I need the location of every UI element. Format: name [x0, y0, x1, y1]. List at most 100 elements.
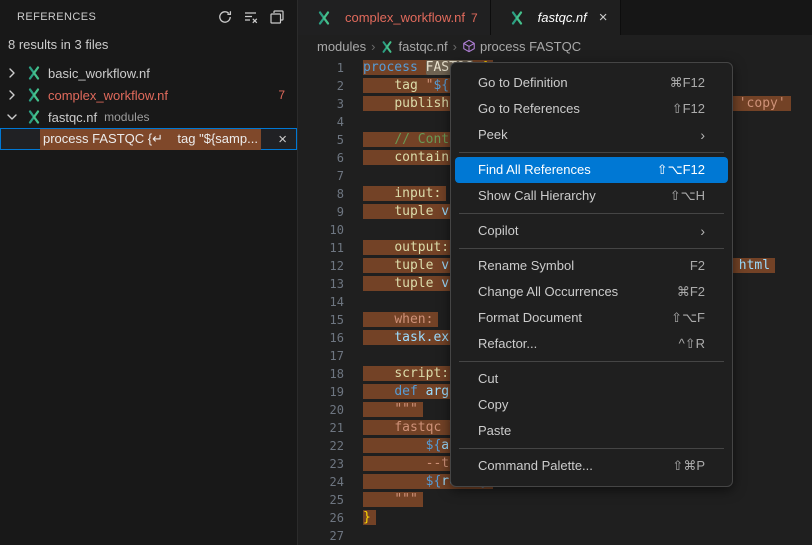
submenu-chevron-icon: ›	[700, 218, 705, 244]
code-line[interactable]: 26}	[298, 509, 812, 527]
menu-item-show-call-hierarchy[interactable]: Show Call Hierarchy ⇧⌥H	[451, 183, 732, 209]
menu-item-shortcut: ⇧⌘P	[672, 453, 705, 479]
menu-item-cut[interactable]: Cut	[451, 366, 732, 392]
line-number[interactable]: 25	[298, 491, 344, 509]
line-number[interactable]: 24	[298, 473, 344, 491]
file-description: modules	[104, 110, 149, 124]
breadcrumb-item-file[interactable]: fastqc.nf	[398, 39, 447, 54]
line-number[interactable]: 15	[298, 311, 344, 329]
line-number[interactable]: 18	[298, 365, 344, 383]
menu-item-label: Show Call Hierarchy	[478, 183, 596, 209]
tab-label: complex_workflow.nf	[345, 10, 465, 25]
reference-range-highlight: fastqc \	[363, 420, 462, 435]
line-number[interactable]: 21	[298, 419, 344, 437]
line-number[interactable]: 27	[298, 527, 344, 545]
line-content: when:	[363, 311, 438, 329]
line-number[interactable]: 9	[298, 203, 344, 221]
menu-separator	[459, 361, 724, 362]
menu-item-go-to-references[interactable]: Go to References⇧F12	[451, 96, 732, 122]
chevron-down-icon[interactable]	[4, 109, 20, 125]
menu-item-shortcut: ⇧⌥F12	[657, 157, 705, 183]
references-sidebar: REFERENCES 8 results in 3 files basic_wo…	[0, 0, 298, 545]
breadcrumb-separator: ›	[366, 39, 380, 54]
tree-item-complex_workflow-nf[interactable]: complex_workflow.nf7	[0, 84, 297, 106]
file-name: complex_workflow.nf	[48, 88, 168, 103]
menu-item-label: Rename Symbol	[478, 253, 574, 279]
nextflow-file-icon	[316, 10, 332, 26]
line-number[interactable]: 6	[298, 149, 344, 167]
tab-problem-count: 7	[471, 11, 478, 25]
line-number[interactable]: 26	[298, 509, 344, 527]
line-number[interactable]: 20	[298, 401, 344, 419]
line-number[interactable]: 12	[298, 257, 344, 275]
line-number[interactable]: 5	[298, 131, 344, 149]
breadcrumb-separator: ›	[448, 39, 462, 54]
line-number[interactable]: 13	[298, 275, 344, 293]
menu-item-copy[interactable]: Copy	[451, 392, 732, 418]
line-number[interactable]: 10	[298, 221, 344, 239]
menu-item-label: Command Palette...	[478, 453, 593, 479]
line-number[interactable]: 3	[298, 95, 344, 113]
line-number[interactable]: 22	[298, 437, 344, 455]
menu-item-go-to-definition[interactable]: Go to Definition ⌘F12	[451, 70, 732, 96]
menu-item-refactor[interactable]: Refactor...^⇧R	[451, 331, 732, 357]
chevron-right-icon[interactable]	[4, 87, 20, 103]
line-number[interactable]: 17	[298, 347, 344, 365]
dismiss-reference-icon[interactable]: ×	[278, 132, 287, 147]
menu-item-label: Copilot	[478, 218, 518, 244]
menu-item-copilot[interactable]: Copilot ›	[451, 218, 732, 244]
nextflow-file-icon	[26, 87, 42, 103]
menu-item-label: Peek	[478, 122, 508, 148]
code-line[interactable]: 25 """	[298, 491, 812, 509]
reference-range-highlight: input:	[363, 186, 446, 201]
menu-item-label: Copy	[478, 392, 508, 418]
breadcrumb: modules › fastqc.nf › process FASTQC	[298, 35, 812, 57]
menu-item-rename-symbol[interactable]: Rename Symbol F2	[451, 253, 732, 279]
line-content: fastqc \	[363, 419, 462, 437]
line-number[interactable]: 16	[298, 329, 344, 347]
reference-item-selected[interactable]: process FASTQC {↵ tag "${samp...×	[0, 128, 297, 150]
menu-item-shortcut: F2	[690, 253, 705, 279]
line-number[interactable]: 23	[298, 455, 344, 473]
clear-all-icon[interactable]	[239, 5, 263, 29]
collapse-all-icon[interactable]	[265, 5, 289, 29]
menu-item-label: Go to Definition	[478, 70, 568, 96]
nextflow-file-icon	[380, 39, 394, 53]
line-number[interactable]: 8	[298, 185, 344, 203]
line-content: """	[363, 401, 423, 419]
tree-item-fastqc-nf[interactable]: fastqc.nf modules	[0, 106, 297, 128]
line-number[interactable]: 19	[298, 383, 344, 401]
line-number[interactable]: 7	[298, 167, 344, 185]
reference-range-highlight: """	[363, 492, 423, 507]
menu-item-shortcut: ⌘F2	[677, 279, 705, 305]
menu-item-paste[interactable]: Paste	[451, 418, 732, 444]
tab-close-icon[interactable]: ×	[599, 10, 608, 25]
menu-item-label: Go to References	[478, 96, 580, 122]
menu-separator	[459, 213, 724, 214]
tab-fastqc[interactable]: fastqc.nf ×	[491, 0, 621, 35]
line-number[interactable]: 4	[298, 113, 344, 131]
menu-item-shortcut: ⌘F12	[670, 70, 705, 96]
menu-item-find-all-references[interactable]: Find All References⇧⌥F12	[455, 157, 728, 183]
line-content: }	[363, 509, 376, 527]
menu-separator	[459, 248, 724, 249]
breadcrumb-item-modules[interactable]: modules	[317, 39, 366, 54]
line-number[interactable]: 11	[298, 239, 344, 257]
line-number[interactable]: 2	[298, 77, 344, 95]
menu-item-label: Paste	[478, 418, 511, 444]
chevron-right-icon[interactable]	[4, 65, 20, 81]
breadcrumb-item-symbol[interactable]: process FASTQC	[480, 39, 581, 54]
references-tree: basic_workflow.nfcomplex_workflow.nf7fas…	[0, 62, 297, 545]
menu-item-format-document[interactable]: Format Document⇧⌥F	[451, 305, 732, 331]
file-name: fastqc.nf	[48, 110, 97, 125]
menu-item-shortcut: ⇧⌥H	[670, 183, 705, 209]
tree-item-basic_workflow-nf[interactable]: basic_workflow.nf	[0, 62, 297, 84]
menu-item-peek[interactable]: Peek›	[451, 122, 732, 148]
tab-complex-workflow[interactable]: complex_workflow.nf 7	[298, 0, 491, 35]
line-number[interactable]: 14	[298, 293, 344, 311]
refresh-icon[interactable]	[213, 5, 237, 29]
menu-item-command-palette[interactable]: Command Palette... ⇧⌘P	[451, 453, 732, 479]
line-number[interactable]: 1	[298, 59, 344, 77]
menu-item-change-all-occurrences[interactable]: Change All Occurrences⌘F2	[451, 279, 732, 305]
code-line[interactable]: 27	[298, 527, 812, 545]
